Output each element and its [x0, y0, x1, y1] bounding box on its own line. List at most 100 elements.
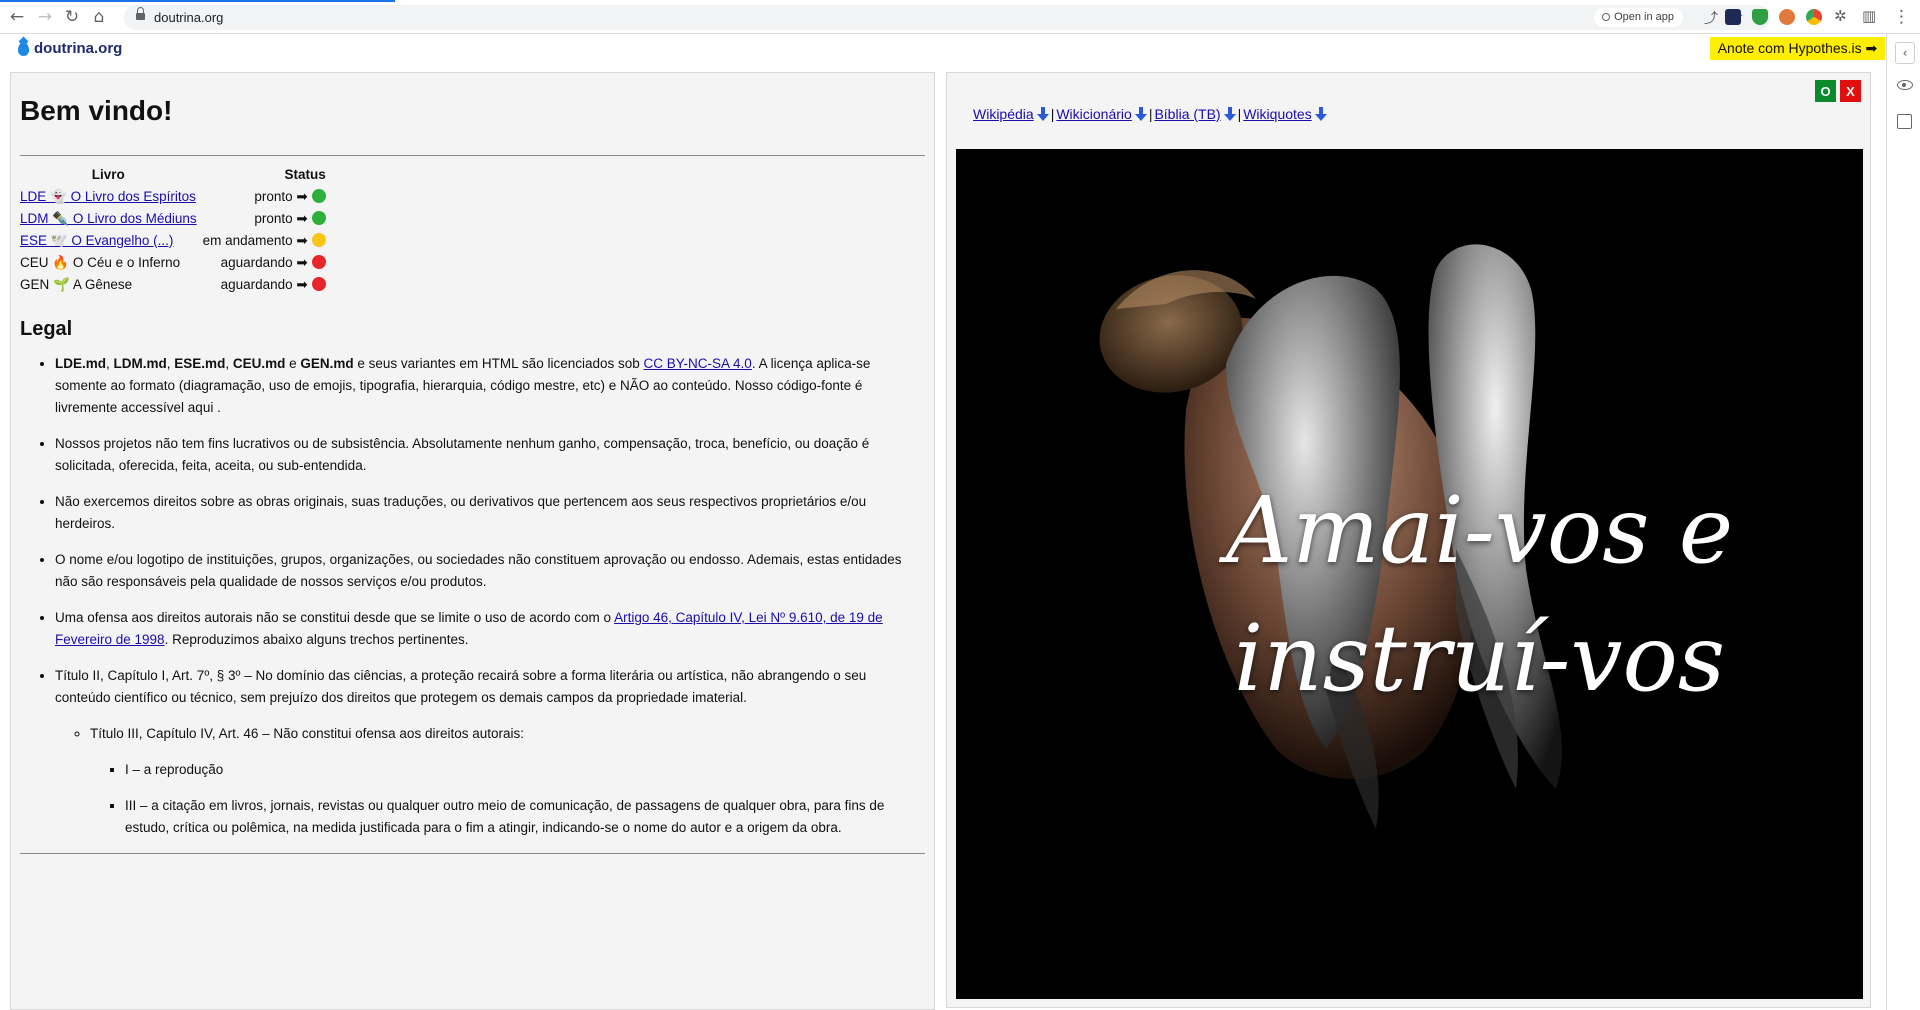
motto-line: Amai-vos e	[1225, 477, 1734, 584]
open-in-app-label: Open in app	[1614, 11, 1674, 23]
book-title: GEN 🌱 A Gênese	[20, 276, 133, 292]
active-tab-indicator	[0, 0, 395, 2]
list-item: Título II, Capítulo I, Art. 7º, § 3º – N…	[55, 665, 925, 839]
books-table: Livro Status LDE 👻 O Livro dos Espíritos…	[20, 166, 326, 296]
share-icon[interactable]: ⤴	[1704, 8, 1718, 28]
table-row: GEN 🌱 A Gênese aguardando ➡	[20, 274, 326, 296]
link-label: Wikipédia	[973, 106, 1034, 122]
status-cell: aguardando ➡	[197, 274, 326, 296]
text: Uma ofensa aos direitos autorais não se …	[55, 610, 615, 625]
new-note-icon[interactable]	[1897, 114, 1912, 129]
separator: |	[1237, 106, 1242, 122]
status-text: aguardando ➡	[220, 254, 308, 270]
list-item: Título III, Capítulo IV, Art. 46 – Não c…	[90, 723, 925, 839]
nested-list: I – a reprodução III – a citação em livr…	[90, 759, 925, 839]
wikiquotes-link[interactable]: Wikiquotes	[1243, 106, 1327, 122]
text: . Reproduzimos abaixo alguns trechos per…	[164, 632, 469, 647]
wikipedia-link[interactable]: Wikipédia	[973, 106, 1049, 122]
book-cell: GEN 🌱 A Gênese	[20, 274, 197, 296]
text: ,	[225, 356, 233, 371]
page-title: Bem vindo!	[20, 95, 173, 126]
status-dot-icon	[311, 210, 326, 225]
file-name: ESE.md	[174, 356, 226, 371]
home-icon[interactable]: ⌂	[88, 6, 110, 28]
lock-icon	[136, 7, 145, 20]
open-in-app-button[interactable]: Open in app	[1594, 8, 1683, 27]
sidebar-toggle-chevron-icon[interactable]: ‹	[1895, 42, 1915, 64]
text: Título III, Capítulo IV, Art. 46 – Não c…	[90, 726, 524, 741]
text: e seus variantes em HTML são licenciados…	[353, 356, 644, 371]
status-text: aguardando ➡	[220, 276, 308, 292]
license-link[interactable]: CC BY-NC-SA 4.0	[644, 356, 752, 371]
reference-links: Wikipédia | Wikicionário | Bíblia (TB) | Wikiq…	[973, 106, 1327, 122]
status-cell: pronto ➡	[197, 186, 326, 208]
book-cell: LDE 👻 O Livro dos Espíritos	[20, 186, 197, 208]
book-link[interactable]: LDE 👻 O Livro dos Espíritos	[20, 189, 196, 204]
site-logo[interactable]: doutrina.org	[18, 40, 122, 57]
book-link[interactable]: LDM ✒️ O Livro dos Médiuns	[20, 211, 197, 226]
download-arrow-icon	[1036, 107, 1049, 121]
table-row: LDM ✒️ O Livro dos Médiuns pronto ➡	[20, 208, 326, 230]
motto-line: instruí-vos	[1233, 605, 1726, 712]
status-text: pronto ➡	[254, 188, 308, 204]
url-text[interactable]: doutrina.org	[154, 10, 223, 25]
book-cell: ESE 🕊️ O Evangelho (...)	[20, 230, 197, 252]
table-row: LDE 👻 O Livro dos Espíritos pronto ➡	[20, 186, 326, 208]
browser-toolbar: ← → ↻ ⌂ doutrina.org Open in app ⤴ ★ ✲ ▥…	[0, 0, 1920, 34]
text: Título II, Capítulo I, Art. 7º, § 3º – N…	[55, 668, 867, 705]
nested-list: Título III, Capítulo IV, Art. 46 – Não c…	[55, 723, 925, 839]
site-name[interactable]: doutrina.org	[34, 40, 122, 57]
file-name: LDM.md	[113, 356, 167, 371]
open-button[interactable]: O	[1815, 80, 1836, 102]
show-highlights-eye-icon[interactable]	[1897, 80, 1913, 90]
link-label: Wikicionário	[1056, 106, 1132, 122]
biblia-link[interactable]: Bíblia (TB)	[1154, 106, 1236, 122]
list-item: Uma ofensa aos direitos autorais não se …	[55, 607, 925, 651]
color-picker-extension-icon[interactable]	[1806, 9, 1822, 25]
download-arrow-icon	[1314, 107, 1327, 121]
status-dot-icon	[311, 188, 326, 203]
divider	[20, 155, 925, 156]
list-item: Nossos projetos não tem fins lucrativos …	[55, 433, 925, 477]
list-item: III – a citação em livros, jornais, revi…	[125, 795, 925, 839]
side-panel-icon[interactable]: ▥	[1862, 7, 1876, 25]
angel-illustration: Amai-vos e instruí-vos	[956, 149, 1863, 999]
status-dot-icon	[311, 276, 326, 291]
back-icon[interactable]: ←	[6, 6, 28, 28]
separator: |	[1148, 106, 1153, 122]
book-link[interactable]: ESE 🕊️ O Evangelho (...)	[20, 233, 173, 248]
close-button[interactable]: X	[1840, 80, 1861, 102]
table-row: CEU 🔥 O Céu e o Inferno aguardando ➡	[20, 252, 326, 274]
download-arrow-icon	[1223, 107, 1236, 121]
separator: |	[1050, 106, 1055, 122]
hypothesis-annotate-button[interactable]: Anote com Hypothes.is ➡	[1710, 37, 1885, 60]
text: e	[285, 356, 301, 371]
table-row: ESE 🕊️ O Evangelho (...) em andamento ➡	[20, 230, 326, 252]
motto-text: Amai-vos e instruí-vos	[956, 467, 1863, 723]
extension-icon-1[interactable]	[1725, 9, 1741, 25]
status-cell: pronto ➡	[197, 208, 326, 230]
table-header-row: Livro Status	[20, 166, 326, 186]
book-title: CEU 🔥 O Céu e o Inferno	[20, 254, 181, 270]
status-text: em andamento ➡	[202, 232, 308, 248]
forward-icon[interactable]: →	[34, 6, 56, 28]
extensions-puzzle-icon[interactable]: ✲	[1834, 7, 1847, 25]
status-cell: aguardando ➡	[197, 252, 326, 274]
browser-menu-icon[interactable]: ⋮	[1893, 7, 1910, 27]
status-cell: em andamento ➡	[197, 230, 326, 252]
extension-icon-3[interactable]	[1779, 9, 1795, 25]
list-item: Não exercemos direitos sobre as obras or…	[55, 491, 925, 535]
wikicionario-link[interactable]: Wikicionário	[1056, 106, 1147, 122]
shield-extension-icon[interactable]	[1752, 9, 1768, 25]
legal-heading: Legal	[20, 318, 73, 340]
address-bar[interactable]: doutrina.org Open in app ⤴ ★	[124, 5, 1770, 30]
divider	[20, 853, 925, 854]
link-label: Wikiquotes	[1243, 106, 1312, 122]
status-text: pronto ➡	[254, 210, 308, 226]
list-item: LDE.md, LDM.md, ESE.md, CEU.md e GEN.md …	[55, 353, 925, 419]
book-cell: LDM ✒️ O Livro dos Médiuns	[20, 208, 197, 230]
link-label: Bíblia (TB)	[1154, 106, 1221, 122]
open-app-icon	[1602, 13, 1611, 21]
reload-icon[interactable]: ↻	[61, 6, 83, 28]
column-header-status: Status	[284, 167, 326, 182]
